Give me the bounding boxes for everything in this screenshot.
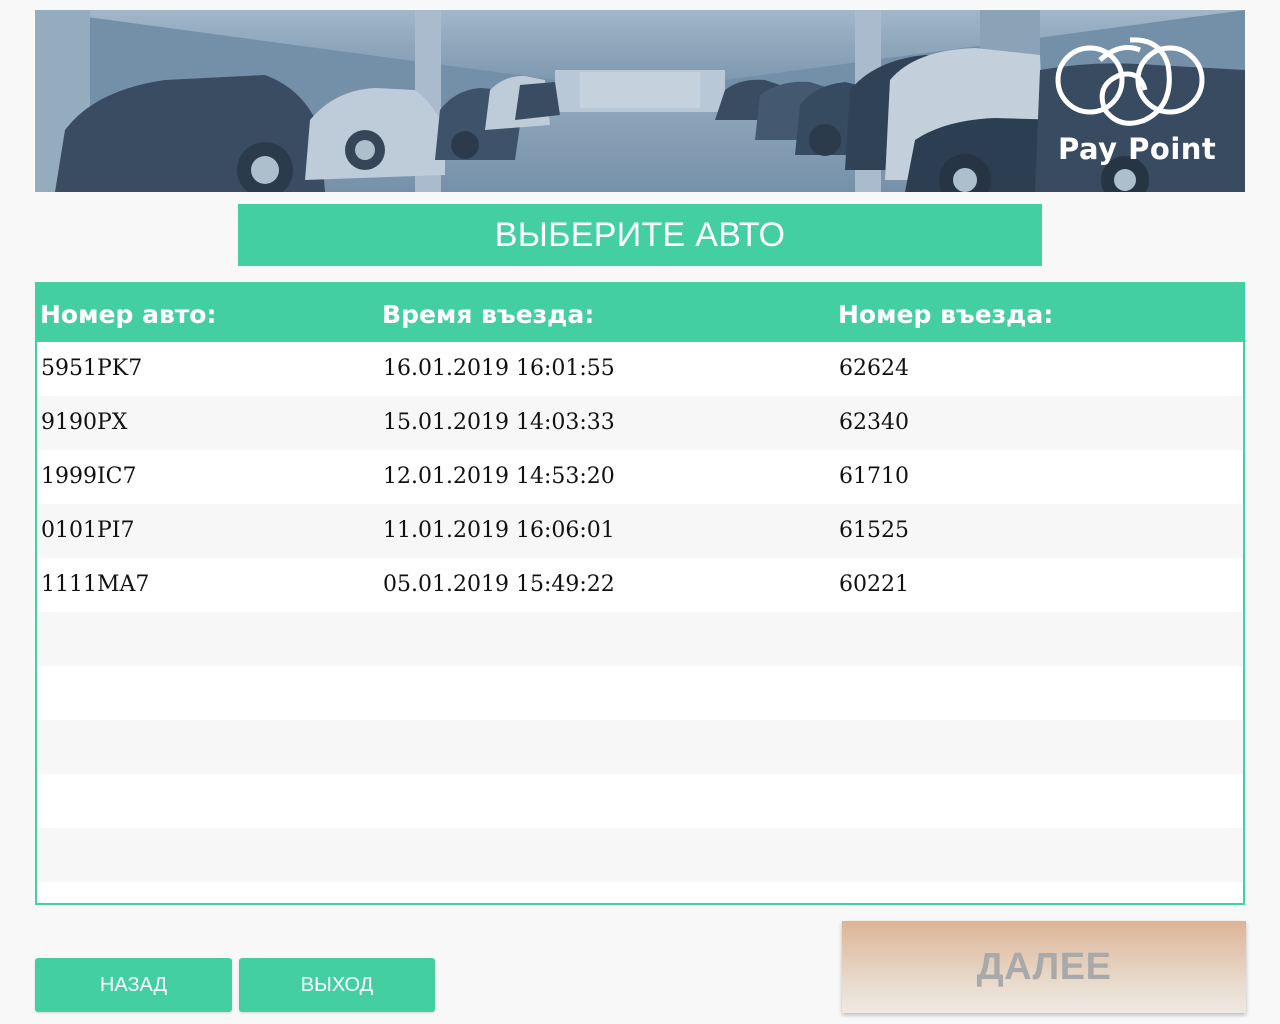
- column-header-entry-time: Время въезда:: [382, 300, 595, 329]
- table-row[interactable]: 1111MA7 05.01.2019 15:49:22 60221: [37, 558, 1243, 612]
- cell-entry-number: 62624: [839, 356, 909, 381]
- table-header: Номер авто: Время въезда: Номер въезда:: [37, 284, 1243, 342]
- table-row-empty: [37, 720, 1243, 774]
- table-row-empty: [37, 828, 1243, 882]
- cell-entry-number: 62340: [839, 410, 909, 435]
- next-button[interactable]: ДАЛЕЕ: [842, 921, 1246, 1013]
- cell-entry-time: 05.01.2019 15:49:22: [383, 572, 615, 597]
- cell-entry-time: 11.01.2019 16:06:01: [383, 518, 615, 543]
- column-header-plate: Номер авто:: [40, 300, 217, 329]
- table-row[interactable]: 1999IC7 12.01.2019 14:53:20 61710: [37, 450, 1243, 504]
- table-row[interactable]: 9190PX 15.01.2019 14:03:33 62340: [37, 396, 1243, 450]
- cell-entry-number: 61710: [839, 464, 909, 489]
- cell-entry-number: 60221: [839, 572, 909, 597]
- cell-plate: 5951PK7: [41, 356, 143, 381]
- cell-entry-time: 12.01.2019 14:53:20: [383, 464, 615, 489]
- vehicles-table: Номер авто: Время въезда: Номер въезда: …: [35, 282, 1245, 905]
- cell-plate: 1999IC7: [41, 464, 137, 489]
- table-row-empty: [37, 774, 1243, 828]
- table-row[interactable]: 0101PI7 11.01.2019 16:06:01 61525: [37, 504, 1243, 558]
- cell-entry-number: 61525: [839, 518, 909, 543]
- back-button[interactable]: НАЗАД: [35, 958, 232, 1012]
- cell-plate: 9190PX: [41, 410, 128, 435]
- brand-logo-text: Pay Point: [1058, 132, 1217, 166]
- table-row-empty: [37, 666, 1243, 720]
- cell-plate: 1111MA7: [41, 572, 150, 597]
- page-title: ВЫБЕРИТЕ АВТО: [238, 204, 1042, 266]
- cell-entry-time: 16.01.2019 16:01:55: [383, 356, 615, 381]
- column-header-entry-number: Номер въезда:: [838, 300, 1054, 329]
- exit-button[interactable]: ВЫХОД: [239, 958, 435, 1012]
- cell-plate: 0101PI7: [41, 518, 135, 543]
- cell-entry-time: 15.01.2019 14:03:33: [383, 410, 615, 435]
- table-row[interactable]: 5951PK7 16.01.2019 16:01:55 62624: [37, 342, 1243, 396]
- table-row-empty: [37, 612, 1243, 666]
